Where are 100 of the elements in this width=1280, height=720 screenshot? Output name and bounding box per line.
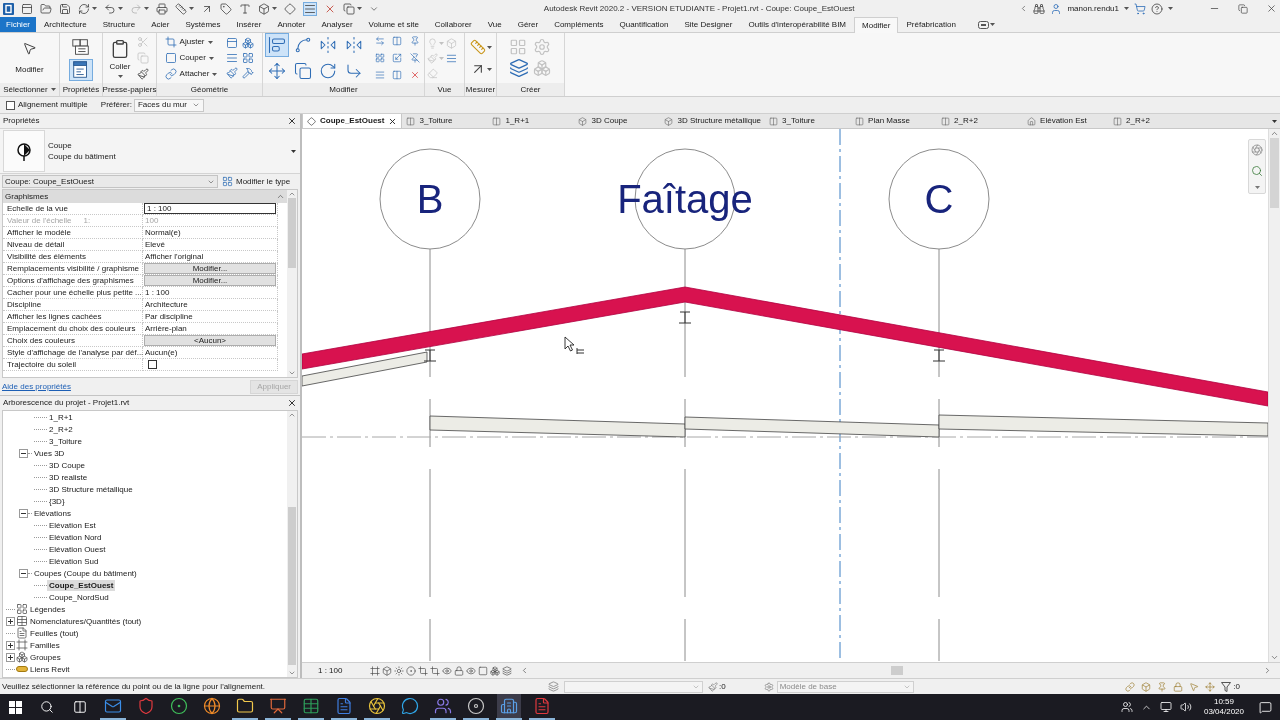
panel-toggle-icon[interactable] — [977, 20, 989, 29]
dot-icon[interactable] — [406, 665, 417, 676]
pointer-icon[interactable] — [1189, 681, 1200, 692]
ruler-icon[interactable] — [175, 2, 187, 15]
caret-icon[interactable] — [1124, 7, 1129, 10]
scrollbar-thumb[interactable] — [1270, 138, 1279, 208]
view-tab[interactable]: Plan Masse — [851, 114, 938, 128]
ribbon-tab[interactable]: Vue — [479, 17, 510, 32]
layers-icon[interactable] — [502, 665, 513, 676]
tree-item[interactable]: Nomenclatures/Quantités (tout) — [28, 615, 144, 627]
view-tab[interactable]: 2_R+2 — [1109, 114, 1196, 128]
ribbon-tab[interactable]: Structure — [94, 17, 144, 32]
window-icon[interactable] — [21, 2, 33, 15]
expand-icon[interactable] — [6, 616, 15, 626]
geometry-tool-button[interactable]: Ajuster — [164, 35, 218, 49]
app-logo-icon[interactable] — [3, 2, 14, 15]
geometry-tool-button[interactable]: Attacher — [164, 67, 218, 81]
ribbon-tab[interactable]: Insérer — [228, 17, 270, 32]
collapse-icon[interactable] — [19, 508, 28, 518]
unpin-icon[interactable] — [408, 51, 423, 65]
cube-icon[interactable] — [258, 2, 270, 15]
ribbon-tab[interactable]: Annoter — [269, 17, 314, 32]
tree-item[interactable]: 1_R+1 — [47, 411, 75, 423]
eye-icon[interactable] — [442, 665, 453, 676]
ribbon-tab[interactable]: Systèmes — [177, 17, 229, 32]
ribbon-tab[interactable]: Analyser — [313, 17, 361, 32]
tree-item[interactable]: Elévations — [32, 507, 73, 519]
scrollbar-thumb[interactable] — [288, 507, 296, 665]
help-icon[interactable] — [1151, 2, 1163, 15]
pin-icon[interactable] — [1157, 681, 1168, 692]
square-icon[interactable] — [478, 665, 489, 676]
expand-icon[interactable] — [6, 640, 15, 650]
instance-dropdown[interactable]: Coupe: Coupe_EstOuest — [2, 175, 218, 188]
edit-type-button[interactable]: Modifier le type — [222, 175, 291, 188]
scroll-right-icon[interactable] — [1263, 666, 1272, 675]
ribbon-tab[interactable]: Gérer — [509, 17, 547, 32]
scroll-up-icon[interactable] — [288, 411, 296, 419]
gear-icon[interactable] — [763, 681, 774, 692]
caret-icon[interactable] — [189, 7, 194, 10]
tree-item[interactable]: Vues 3D — [32, 447, 67, 459]
value-button[interactable]: Modifier... — [144, 275, 276, 286]
align-icon[interactable] — [265, 33, 289, 57]
tree-item[interactable]: Coupe_NordSud — [47, 591, 111, 603]
view-tab[interactable]: 3_Toiture — [402, 114, 489, 128]
geometry-tool-button[interactable]: Couper — [164, 51, 218, 65]
view-tab[interactable]: 1_R+1 — [488, 114, 575, 128]
people-icon[interactable] — [1120, 701, 1133, 713]
tree-item[interactable]: Légendes — [28, 603, 68, 615]
collapse-icon[interactable] — [19, 568, 28, 578]
tiles-icon[interactable] — [8, 700, 22, 714]
tree-item[interactable]: 3D realiste — [47, 471, 90, 483]
undo-icon[interactable] — [104, 2, 116, 15]
hammer-icon[interactable] — [242, 67, 255, 79]
frame-icon[interactable] — [370, 665, 381, 676]
crop-icon[interactable] — [418, 665, 429, 676]
caret-icon[interactable] — [357, 7, 362, 10]
boxes-icon[interactable] — [490, 665, 501, 676]
user-name[interactable]: manon.rendu1 — [1067, 2, 1119, 15]
ribbon-tab[interactable]: Compléments — [546, 17, 612, 32]
tree-item[interactable]: 3D Structure métallique — [47, 483, 135, 495]
scroll-down-icon[interactable] — [288, 669, 296, 677]
layers-icon[interactable] — [508, 58, 529, 78]
close-icon[interactable] — [287, 398, 297, 408]
caret-icon[interactable] — [92, 7, 97, 10]
tree-item[interactable]: Feuilles (tout) — [28, 627, 81, 639]
tag-icon[interactable] — [220, 2, 232, 15]
close-icon[interactable] — [287, 116, 297, 126]
scrollbar-thumb[interactable] — [891, 666, 904, 675]
scroll-up-icon[interactable] — [1270, 129, 1279, 138]
caret-icon[interactable] — [486, 67, 492, 71]
boxes-icon[interactable] — [242, 37, 255, 49]
tree-item[interactable]: Coupes (Coupe du bâtiment) — [32, 567, 139, 579]
ribbon-tab[interactable]: Outils d'interopérabilité BIM — [740, 17, 855, 32]
caret-icon[interactable] — [50, 88, 56, 91]
scale-field[interactable]: 1 : 100 — [144, 203, 276, 214]
type-selector[interactable]: Coupe Coupe du bâtiment — [0, 128, 300, 174]
restore-icon[interactable] — [1238, 3, 1248, 14]
view-tab[interactable]: Coupe_EstOuest — [302, 114, 403, 128]
crop-icon[interactable] — [430, 665, 441, 676]
prefer-dropdown[interactable]: Faces du mur — [133, 98, 204, 112]
ribbon-tab[interactable]: Modifier — [854, 17, 899, 33]
value-button[interactable]: Modifier... — [144, 263, 276, 274]
lock-icon[interactable] — [1173, 681, 1184, 692]
ribbon-tab[interactable]: Volume et site — [360, 17, 427, 32]
user-icon[interactable] — [1050, 2, 1063, 15]
caret-icon[interactable] — [272, 7, 277, 10]
lines-icon[interactable] — [226, 52, 239, 64]
paste-button[interactable]: Coller — [109, 38, 131, 78]
tree-item[interactable]: Liens Revit — [28, 663, 72, 675]
tree-item[interactable]: Elévation Est — [47, 519, 98, 531]
lines-icon[interactable] — [446, 52, 457, 64]
search-icon[interactable] — [39, 700, 54, 714]
brush-icon[interactable] — [137, 68, 150, 80]
lock-icon[interactable] — [454, 665, 465, 676]
sun-icon[interactable] — [394, 665, 405, 676]
funnel-icon[interactable] — [1221, 681, 1232, 692]
panel-icon[interactable] — [226, 37, 239, 49]
speaker-icon[interactable] — [1179, 701, 1192, 713]
file-menu-button[interactable]: Fichier — [0, 17, 36, 32]
tree-item[interactable]: 3_Toiture — [47, 435, 84, 447]
